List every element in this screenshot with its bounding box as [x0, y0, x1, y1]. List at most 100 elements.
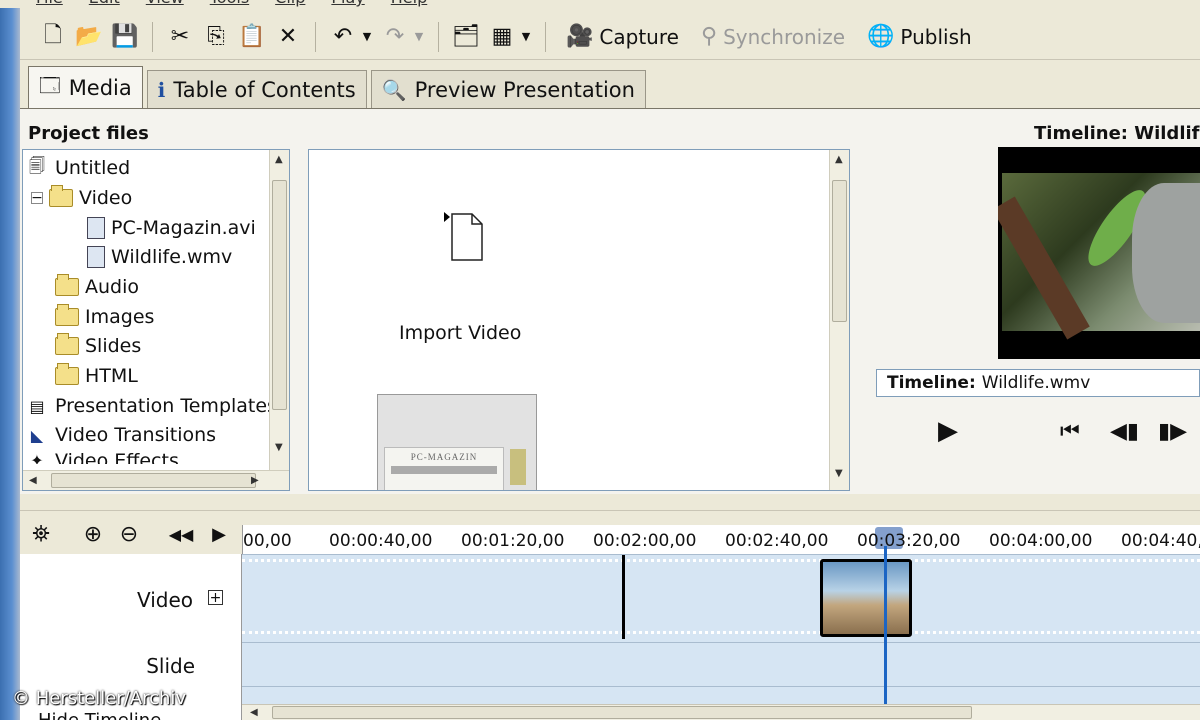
rewind-icon[interactable]: ◀◀: [166, 519, 196, 549]
tree-item-pc-magazin[interactable]: PC-Magazin.avi: [87, 214, 256, 242]
preview-frame: [998, 173, 1200, 340]
scroll-thumb[interactable]: [272, 706, 972, 719]
menu-help[interactable]: Help: [391, 0, 453, 8]
import-video-label[interactable]: Import Video: [399, 322, 521, 344]
tree-item-audio[interactable]: Audio: [55, 273, 139, 301]
step-back-icon[interactable]: ◀▮: [1110, 411, 1139, 451]
tree-item-images[interactable]: Images: [55, 303, 154, 331]
thumbnail-side-block: [510, 449, 526, 485]
cut-icon[interactable]: ✂: [165, 22, 195, 52]
tree-item-label: Slides: [85, 335, 142, 357]
tree-item-video-transitions[interactable]: ◣ Video Transitions: [25, 421, 216, 449]
timeline-ruler[interactable]: 00,00 00:00:40,00 00:01:20,00 00:02:00,0…: [242, 525, 1200, 555]
media-vertical-scrollbar[interactable]: ▲ ▼: [829, 150, 849, 490]
layout-dropdown-icon[interactable]: ▼: [519, 30, 533, 43]
hide-timeline-button[interactable]: Hide Timeline: [38, 710, 161, 720]
video-preview[interactable]: [998, 147, 1200, 359]
folder-icon: [55, 363, 79, 385]
zoom-in-icon[interactable]: ⊕: [78, 519, 108, 549]
timeline-play-icon[interactable]: ▶: [204, 519, 234, 549]
tab-media[interactable]: 🗔 Media: [28, 66, 143, 108]
menu-view[interactable]: View: [146, 0, 210, 8]
paste-icon[interactable]: 📋: [237, 22, 267, 52]
zoom-out-icon[interactable]: ⊖: [114, 519, 144, 549]
folder-open-icon: [49, 185, 73, 207]
scroll-down-icon[interactable]: ▼: [835, 468, 843, 479]
collapse-icon[interactable]: −: [31, 191, 43, 205]
layout-icon[interactable]: ▦: [487, 22, 517, 52]
video-file-icon: [87, 246, 105, 268]
step-forward-icon[interactable]: ▮▶: [1158, 411, 1187, 451]
scroll-up-icon[interactable]: ▲: [835, 154, 843, 165]
undo-icon[interactable]: ↶: [328, 22, 358, 52]
tree-item-slides[interactable]: Slides: [55, 332, 141, 360]
slide-track[interactable]: [242, 642, 1200, 686]
preview-icon: 🔍: [381, 77, 407, 102]
video-track[interactable]: [242, 554, 1200, 642]
import-document-icon[interactable]: [444, 212, 484, 262]
clip-boundary: [622, 555, 625, 639]
tree-item-video-effects[interactable]: ✦ Video Effects: [25, 450, 179, 464]
ruler-tick-label: 00:04:00,00: [989, 531, 1093, 551]
scroll-thumb[interactable]: [832, 180, 847, 322]
playhead[interactable]: [884, 546, 887, 716]
tree-item-wildlife[interactable]: Wildlife.wmv: [87, 243, 232, 271]
copy-icon[interactable]: ⎘: [201, 22, 231, 52]
wildlife-clip[interactable]: [820, 559, 912, 637]
scroll-left-icon[interactable]: ◀: [29, 475, 37, 486]
tree-item-label: Video Transitions: [55, 424, 217, 446]
timeline-scrollbar[interactable]: ◀: [242, 704, 1200, 720]
scroll-left-icon[interactable]: ◀: [250, 707, 258, 718]
open-folder-icon[interactable]: 📂: [74, 22, 104, 52]
tree-item-html[interactable]: HTML: [55, 362, 138, 390]
add-marker-icon[interactable]: ⛯: [26, 519, 56, 549]
save-icon[interactable]: 💾: [110, 22, 140, 52]
project-properties-icon[interactable]: 🗂: [451, 22, 481, 52]
tree-item-label: PC-Magazin.avi: [111, 217, 256, 239]
track-dots: [242, 631, 1200, 634]
pc-magazin-thumbnail[interactable]: PC-MAGAZIN: [377, 394, 537, 490]
transitions-icon: ◣: [30, 425, 44, 445]
new-file-icon[interactable]: 🗋: [38, 22, 68, 52]
publish-button[interactable]: 🌐 Publish: [859, 20, 980, 54]
scroll-thumb[interactable]: [51, 473, 256, 488]
undo-dropdown-icon[interactable]: ▼: [360, 30, 374, 43]
synchronize-label: Synchronize: [723, 24, 845, 49]
effects-icon: ✦: [30, 450, 44, 465]
menu-tools[interactable]: Tools: [210, 0, 275, 8]
tab-table-of-contents[interactable]: ℹ Table of Contents: [146, 70, 367, 108]
tree-item-untitled[interactable]: 🗐 Untitled: [25, 154, 130, 182]
tree-vertical-scrollbar[interactable]: ▲ ▼: [269, 150, 289, 472]
redo-icon[interactable]: ↷: [380, 22, 410, 52]
scroll-thumb[interactable]: [272, 180, 287, 410]
play-icon[interactable]: ▶: [938, 411, 958, 451]
menu-edit[interactable]: Edit: [89, 0, 146, 8]
publish-label: Publish: [900, 24, 972, 49]
tree-item-video[interactable]: − Video: [31, 184, 132, 212]
menu-play[interactable]: Play: [331, 0, 390, 8]
delete-icon[interactable]: ✕: [273, 22, 303, 52]
scroll-up-icon[interactable]: ▲: [275, 154, 283, 165]
menu-file[interactable]: File: [36, 0, 89, 8]
scroll-right-icon[interactable]: ▶: [251, 475, 259, 486]
ruler-tick-label: 00:03:20,00: [857, 531, 961, 551]
tree-item-label: Untitled: [55, 157, 131, 179]
redo-dropdown-icon[interactable]: ▼: [412, 30, 426, 43]
preview-branch: [998, 196, 1090, 340]
capture-icon: 🎥: [566, 24, 594, 49]
menu-clip[interactable]: Clip: [275, 0, 331, 8]
timeline-toolbar: ⛯ ⊕ ⊖ ◀◀ ▶ 00,00 00:00:40,00 00:01:20,00…: [20, 510, 1200, 555]
tab-preview-presentation[interactable]: 🔍 Preview Presentation: [370, 70, 646, 108]
ruler-tick-label: 00:02:00,00: [593, 531, 697, 551]
expand-track-icon[interactable]: +: [208, 590, 223, 606]
tree-item-label: Presentation Templates: [55, 395, 277, 417]
media-pane: Project files 🗐 Untitled − Video PC-Maga…: [20, 108, 1200, 494]
capture-button[interactable]: 🎥 Capture: [558, 20, 687, 54]
skip-to-start-icon[interactable]: ⏮: [1060, 411, 1080, 451]
tree-item-presentation-templates[interactable]: ▤ Presentation Templates: [25, 392, 277, 420]
tree-item-label: Video: [79, 187, 133, 209]
tree-horizontal-scrollbar[interactable]: ◀ ▶: [23, 470, 289, 490]
synchronize-button[interactable]: ⚲ Synchronize: [693, 20, 853, 54]
ruler-tick-label: 00:01:20,00: [461, 531, 565, 551]
scroll-down-icon[interactable]: ▼: [275, 442, 283, 453]
